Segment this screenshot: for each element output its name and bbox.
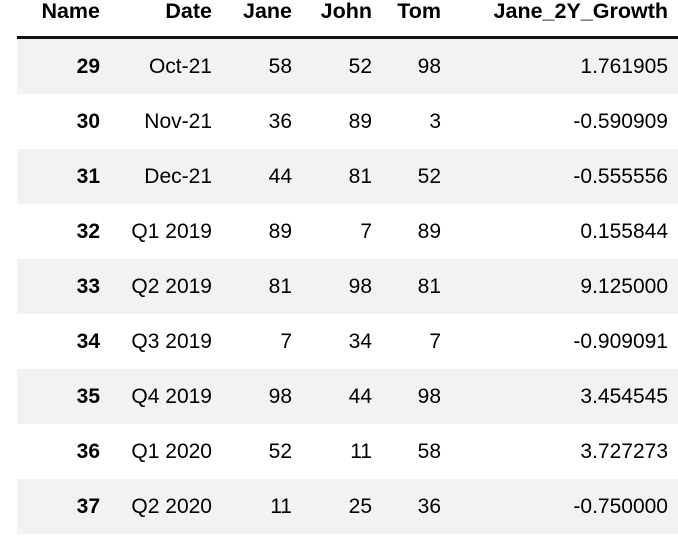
cell-tom: 3 — [429, 109, 441, 133]
cell-jane: 44 — [268, 164, 292, 188]
table-row: 35 Q4 2019 98 44 98 3.454545 — [17, 368, 678, 424]
cell-john: 98 — [348, 274, 372, 298]
row-index-cell: 30 — [76, 109, 100, 133]
cell-tom: 98 — [417, 384, 441, 408]
cell-john: 89 — [348, 109, 372, 133]
cell-jane-2y-growth: -0.750000 — [573, 494, 668, 518]
column-header-jane-2y-growth: Jane_2Y_Growth — [451, 0, 678, 39]
cell-date: Q3 2019 — [131, 329, 212, 353]
cell-tom: 98 — [417, 54, 441, 78]
cell-jane: 36 — [268, 109, 292, 133]
cell-jane: 52 — [268, 439, 292, 463]
row-index-cell: 31 — [76, 164, 100, 188]
cell-jane: 89 — [268, 219, 292, 243]
cell-date: Nov-21 — [144, 109, 212, 133]
cell-jane: 11 — [270, 494, 292, 518]
table-header: Name Date Jane John Tom Jane_2Y_Growth — [17, 0, 678, 39]
table-row: 36 Q1 2020 52 11 58 3.727273 — [17, 423, 678, 479]
row-index-cell: 35 — [76, 384, 100, 408]
cell-date: Q1 2020 — [131, 439, 212, 463]
row-index-cell: 37 — [76, 494, 100, 518]
cell-tom: 81 — [417, 274, 441, 298]
cell-date: Q4 2019 — [131, 384, 212, 408]
cell-john: 44 — [348, 384, 372, 408]
cell-jane: 81 — [268, 274, 292, 298]
row-index-cell: 34 — [76, 329, 100, 353]
cell-tom: 7 — [429, 329, 441, 353]
column-header-john: John — [302, 0, 382, 39]
dataframe-container: Name Date Jane John Tom Jane_2Y_Growth 2… — [0, 0, 678, 546]
table-row: 33 Q2 2019 81 98 81 9.125000 — [17, 258, 678, 314]
cell-jane-2y-growth: -0.590909 — [573, 109, 668, 133]
cell-jane-2y-growth: -0.555556 — [573, 164, 668, 188]
row-index-cell: 32 — [76, 219, 100, 243]
row-index-cell: 29 — [76, 54, 100, 78]
cell-jane-2y-growth: 1.761905 — [580, 54, 668, 78]
cell-tom: 58 — [417, 439, 441, 463]
cell-date: Q2 2019 — [131, 274, 212, 298]
cell-jane-2y-growth: -0.909091 — [573, 329, 668, 353]
cell-tom: 52 — [417, 164, 441, 188]
cell-jane: 98 — [268, 384, 292, 408]
cell-jane-2y-growth: 3.454545 — [580, 384, 668, 408]
cell-john: 34 — [348, 329, 372, 353]
column-header-tom: Tom — [382, 0, 451, 39]
cell-date: Oct-21 — [148, 54, 212, 78]
table-body: 29 Oct-21 58 52 98 1.761905 30 Nov-21 36 89 3 -0.59… — [17, 37, 678, 534]
table-row: 37 Q2 2020 11 25 36 -0.750000 — [17, 478, 678, 534]
cell-jane-2y-growth: 3.727273 — [580, 439, 668, 463]
cell-jane-2y-growth: 0.155844 — [580, 219, 668, 243]
cell-tom: 89 — [417, 219, 441, 243]
cell-john: 52 — [348, 54, 372, 78]
cell-john: 11 — [350, 439, 372, 463]
dataframe-table: Name Date Jane John Tom Jane_2Y_Growth 2… — [17, 0, 678, 534]
row-index-cell: 33 — [76, 274, 100, 298]
column-header-name: Name — [17, 0, 110, 39]
cell-date: Dec-21 — [144, 164, 212, 188]
table-row: 34 Q3 2019 7 34 7 -0.909091 — [17, 313, 678, 369]
cell-john: 25 — [348, 494, 372, 518]
cell-date: Q1 2019 — [131, 219, 212, 243]
cell-john: 81 — [348, 164, 372, 188]
cell-tom: 36 — [417, 494, 441, 518]
column-header-date: Date — [110, 0, 222, 39]
table-row: 31 Dec-21 44 81 52 -0.555556 — [17, 148, 678, 204]
table-row: 32 Q1 2019 89 7 89 0.155844 — [17, 203, 678, 259]
table-row: 29 Oct-21 58 52 98 1.761905 — [17, 37, 678, 94]
cell-jane: 58 — [268, 54, 292, 78]
cell-john: 7 — [360, 219, 372, 243]
cell-jane: 7 — [280, 329, 292, 353]
row-index-cell: 36 — [76, 439, 100, 463]
column-header-jane: Jane — [222, 0, 302, 39]
cell-jane-2y-growth: 9.125000 — [580, 274, 668, 298]
table-row: 30 Nov-21 36 89 3 -0.590909 — [17, 93, 678, 149]
cell-date: Q2 2020 — [131, 494, 212, 518]
header-row: Name Date Jane John Tom Jane_2Y_Growth — [17, 0, 678, 39]
